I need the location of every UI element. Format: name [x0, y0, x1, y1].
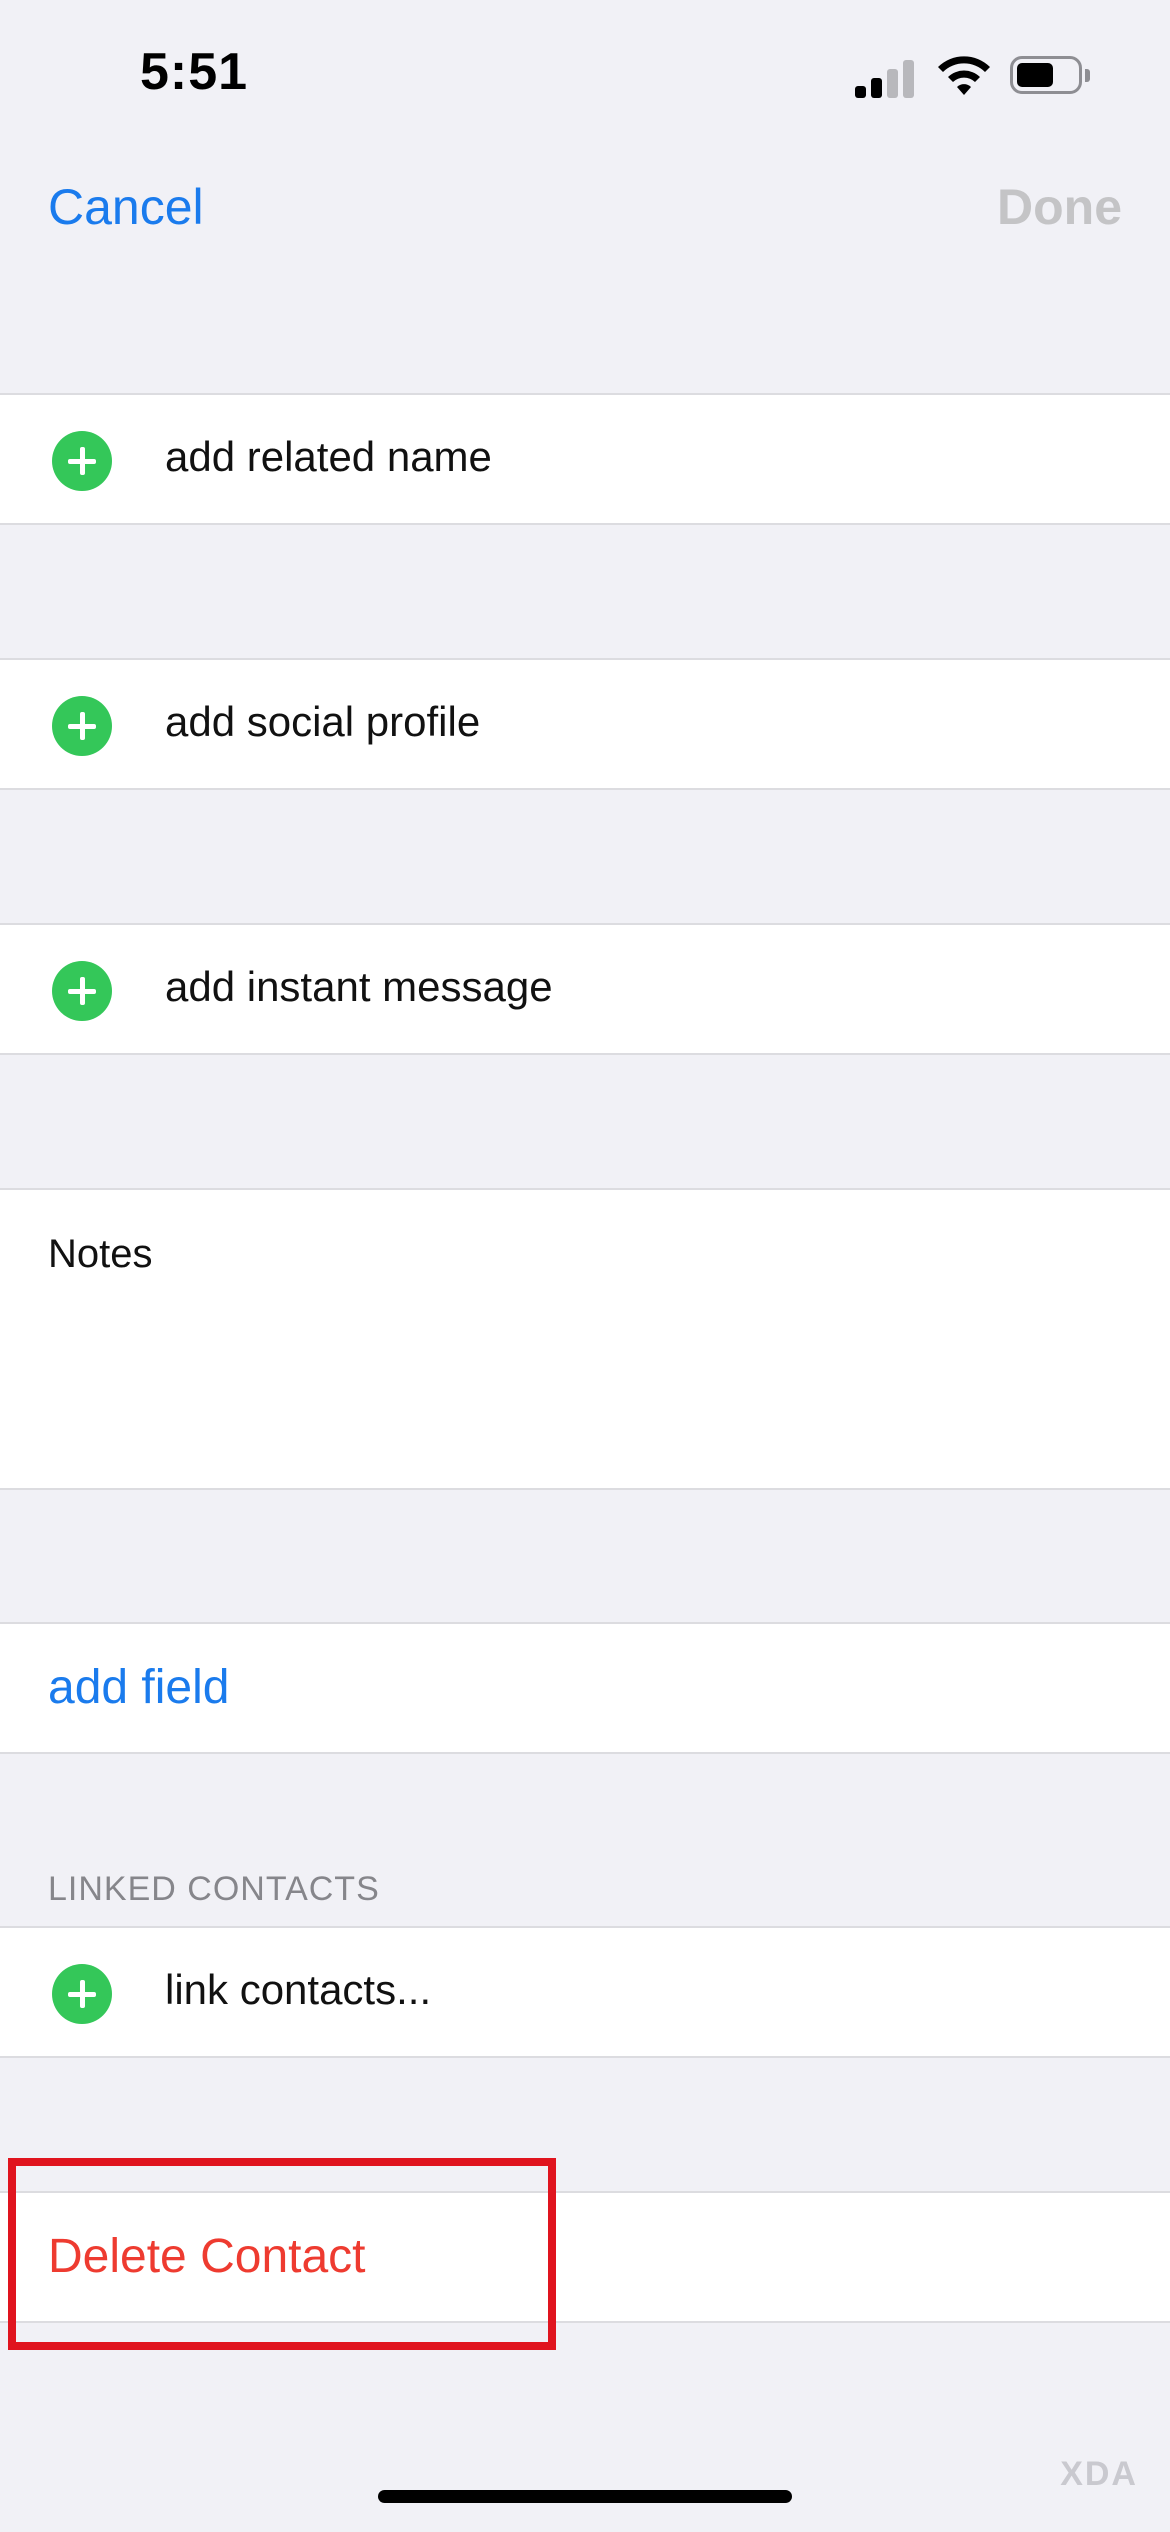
- add-field-button[interactable]: add field: [48, 1660, 229, 1715]
- status-time: 5:51: [140, 43, 249, 101]
- add-social-profile-row[interactable]: add social profile: [0, 658, 1170, 790]
- add-circle-icon[interactable]: [52, 961, 112, 1021]
- home-indicator[interactable]: [378, 2490, 792, 2503]
- wifi-icon: [938, 56, 990, 95]
- linked-contacts-header: LINKED CONTACTS: [48, 1870, 380, 1908]
- add-circle-icon[interactable]: [52, 431, 112, 491]
- notes-label: Notes: [48, 1232, 153, 1276]
- add-related-name-row[interactable]: add related name: [0, 393, 1170, 525]
- watermark-logo: XDA: [1060, 2455, 1138, 2493]
- add-related-name-label: add related name: [165, 433, 492, 480]
- add-instant-message-row[interactable]: add instant message: [0, 923, 1170, 1055]
- cancel-button[interactable]: Cancel: [48, 178, 204, 236]
- add-social-profile-label: add social profile: [165, 698, 481, 745]
- notes-field[interactable]: Notes: [0, 1188, 1170, 1490]
- add-instant-message-label: add instant message: [165, 963, 553, 1010]
- highlight-box: [8, 2158, 556, 2350]
- add-circle-icon[interactable]: [52, 1964, 112, 2024]
- link-contacts-label: link contacts...: [165, 1966, 432, 2013]
- link-contacts-row[interactable]: link contacts...: [0, 1926, 1170, 2058]
- battery-icon: [1010, 56, 1090, 96]
- cellular-signal-icon: [855, 58, 915, 98]
- add-circle-icon[interactable]: [52, 696, 112, 756]
- add-field-row[interactable]: add field: [0, 1622, 1170, 1754]
- done-button[interactable]: Done: [997, 178, 1122, 236]
